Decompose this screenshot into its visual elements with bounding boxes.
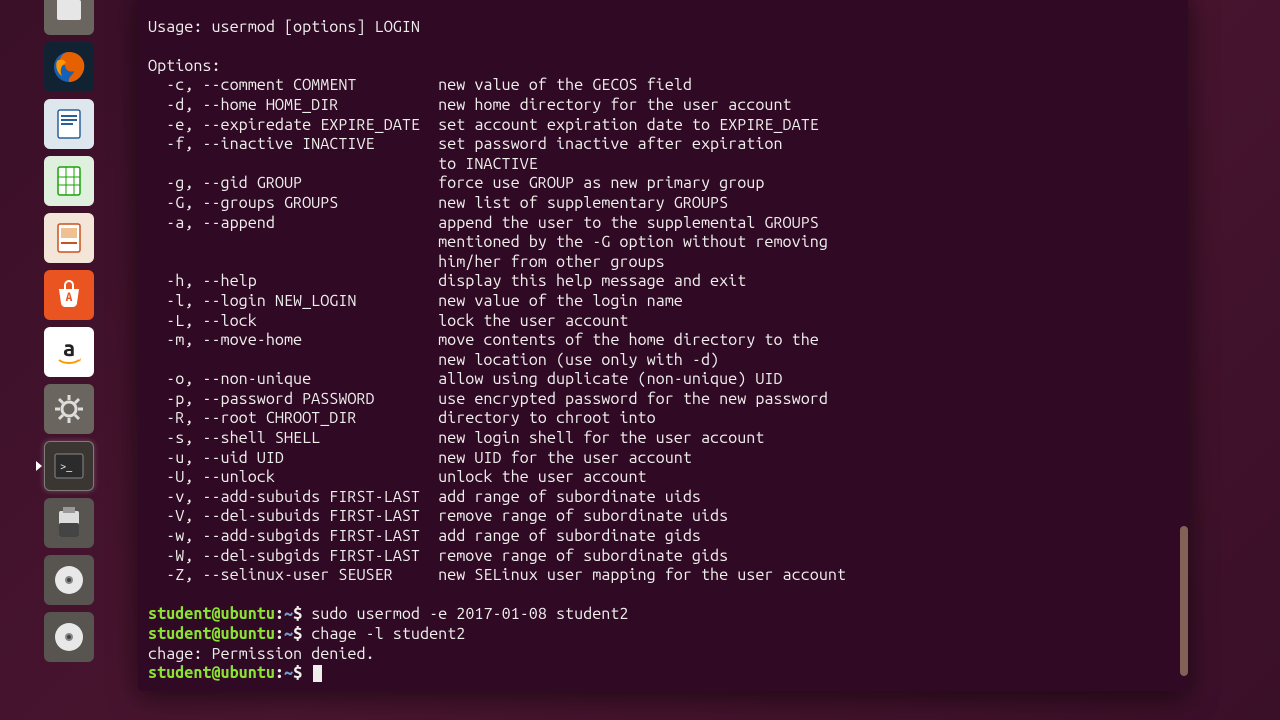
active-indicator-icon xyxy=(36,461,42,471)
launcher-software-icon[interactable]: A xyxy=(44,270,94,320)
launcher-amazon-icon[interactable]: a xyxy=(44,327,94,377)
launcher-calc-icon[interactable] xyxy=(44,156,94,206)
launcher-writer-icon[interactable] xyxy=(44,99,94,149)
terminal-window[interactable]: Usage: usermod [options] LOGIN Options: … xyxy=(138,0,1188,691)
launcher-disc2-icon[interactable] xyxy=(44,612,94,662)
launcher-files-icon[interactable] xyxy=(44,0,94,35)
launcher-settings-icon[interactable] xyxy=(44,384,94,434)
unity-launcher: A a >_ xyxy=(40,0,98,720)
launcher-terminal-icon[interactable]: >_ xyxy=(44,441,94,491)
launcher-disc1-icon[interactable] xyxy=(44,555,94,605)
launcher-usb-icon[interactable] xyxy=(44,498,94,548)
scrollbar-thumb[interactable] xyxy=(1180,526,1188,676)
svg-text:A: A xyxy=(66,291,73,304)
launcher-firefox-icon[interactable] xyxy=(44,42,94,92)
svg-text:a: a xyxy=(63,336,75,361)
cursor-block xyxy=(313,665,322,682)
terminal-output: Usage: usermod [options] LOGIN Options: … xyxy=(148,18,1178,684)
svg-text:>_: >_ xyxy=(60,461,73,473)
launcher-impress-icon[interactable] xyxy=(44,213,94,263)
